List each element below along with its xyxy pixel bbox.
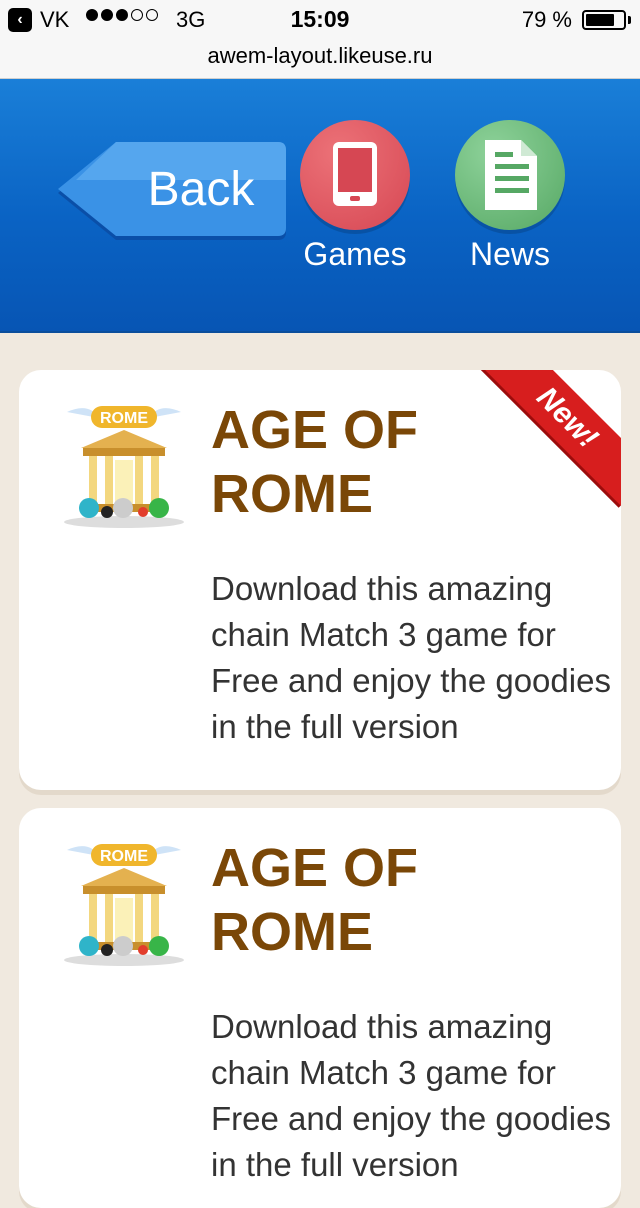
- game-title[interactable]: AGE OF ROME: [211, 398, 511, 526]
- games-circle: [300, 120, 410, 230]
- battery-icon: [582, 10, 626, 30]
- back-button-label: Back: [147, 163, 255, 216]
- battery-cap: [628, 16, 631, 24]
- game-thumbnail[interactable]: ROME: [59, 392, 189, 532]
- thumb-logo-text: ROME: [100, 848, 148, 865]
- back-button[interactable]: Back: [56, 140, 286, 240]
- thumb-logo-text: ROME: [100, 410, 148, 427]
- game-card[interactable]: ROME AGE OF ROME Download this amazing c…: [19, 808, 621, 1208]
- game-title[interactable]: AGE OF ROME: [211, 836, 511, 964]
- document-icon: [485, 140, 537, 210]
- tablet-icon: [333, 142, 377, 206]
- battery-percent: 79 %: [521, 7, 572, 32]
- news-label: News: [469, 236, 550, 272]
- game-description: Download this amazing chain Match 3 game…: [211, 1008, 611, 1183]
- url-bar[interactable]: awem-layout.likeuse.ru: [0, 40, 640, 79]
- game-thumbnail[interactable]: ROME: [59, 830, 189, 970]
- news-button[interactable]: News: [445, 120, 575, 280]
- status-bar: ‹ VK 3G 15:09 79 %: [0, 0, 640, 40]
- games-button[interactable]: Games: [290, 120, 420, 280]
- game-card[interactable]: ROME AGE OF ROME Download this amazing c…: [19, 370, 621, 790]
- game-description: Download this amazing chain Match 3 game…: [211, 570, 611, 745]
- games-label: Games: [303, 236, 407, 272]
- news-circle: [455, 120, 565, 230]
